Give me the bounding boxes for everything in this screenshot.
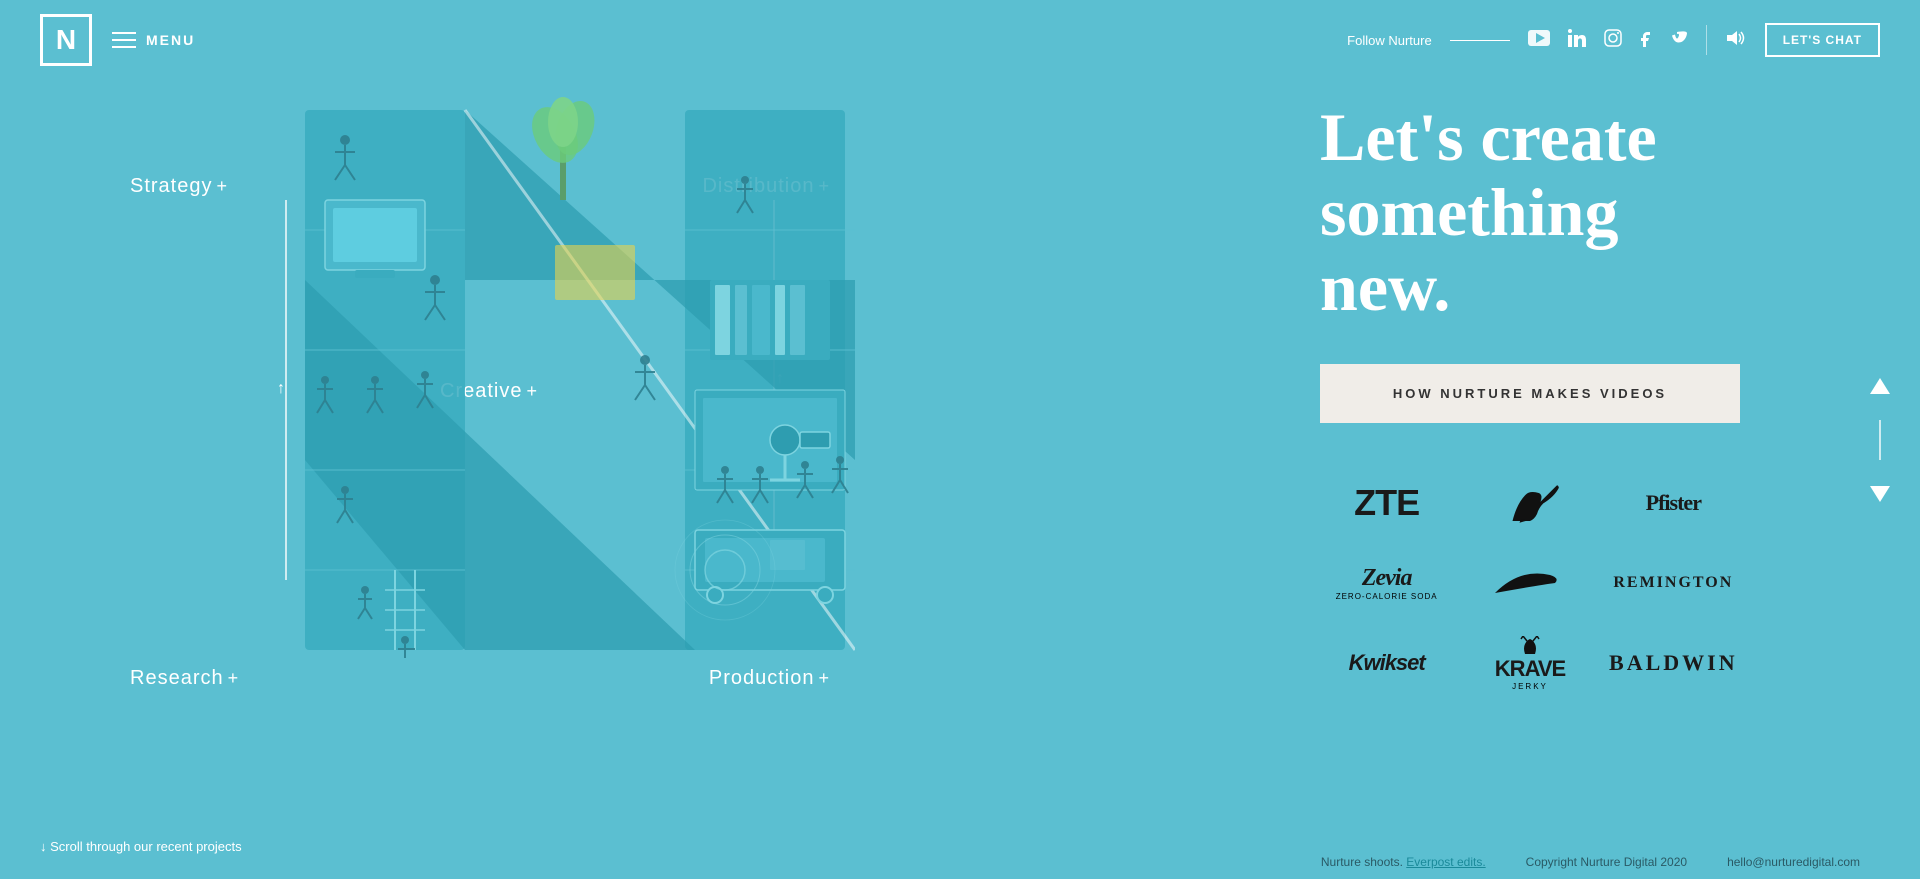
n-shape-svg [295, 80, 855, 680]
n-illustration [295, 80, 855, 680]
nike-logo [1463, 553, 1596, 613]
scroll-indicator: ↓ Scroll through our recent projects [40, 839, 242, 854]
arrow-left-up: ↑ [277, 380, 285, 398]
facebook-icon[interactable] [1640, 29, 1650, 52]
menu-label: MENU [146, 32, 195, 48]
vimeo-icon[interactable] [1668, 29, 1688, 52]
research-label[interactable]: Research+ [130, 667, 239, 690]
everpost-link[interactable]: Everpost edits. [1406, 855, 1485, 869]
right-content: Let's create something new. HOW NURTURE … [1320, 100, 1840, 693]
baldwin-logo: BALDWIN [1607, 633, 1740, 693]
puma-logo [1463, 473, 1596, 533]
nurture-shoots: Nurture shoots. Everpost edits. [1321, 855, 1486, 869]
menu-button[interactable]: MENU [112, 32, 195, 48]
header-right: Follow Nurture [1347, 23, 1880, 57]
kwikset-logo: Kwikset [1320, 633, 1453, 693]
nav-dash [1879, 420, 1881, 460]
hamburger-icon [112, 32, 136, 48]
zte-logo: ZTE [1320, 473, 1453, 533]
header: N MENU Follow Nurture [0, 0, 1920, 80]
vert-line-left [285, 200, 287, 580]
nav-arrow-up[interactable] [1870, 376, 1890, 400]
krave-logo: KRAVE JERKY [1463, 633, 1596, 693]
logo-box[interactable]: N [40, 14, 92, 66]
sound-icon[interactable] [1725, 29, 1747, 52]
instagram-icon[interactable] [1604, 29, 1622, 52]
scroll-label: ↓ Scroll through our recent projects [40, 839, 242, 854]
illustration-area: Strategy+ Distribution+ Creative+ Resear… [130, 40, 860, 740]
cta-button[interactable]: HOW NURTURE MAKES VIDEOS [1320, 364, 1740, 423]
copyright: Copyright Nurture Digital 2020 [1526, 855, 1687, 869]
brands-grid: ZTE Pfister Zevia ZERO-CALORIE SODA [1320, 473, 1740, 693]
strategy-label[interactable]: Strategy+ [130, 175, 228, 198]
header-left: N MENU [40, 14, 195, 66]
follow-line [1450, 40, 1510, 41]
linkedin-icon[interactable] [1568, 29, 1586, 52]
follow-label: Follow Nurture [1347, 33, 1432, 48]
nav-arrow-down[interactable] [1870, 480, 1890, 504]
lets-chat-button[interactable]: LET'S CHAT [1765, 23, 1880, 57]
pfister-logo: Pfister [1607, 473, 1740, 533]
hero-heading: Let's create something new. [1320, 100, 1840, 324]
remington-logo: REMINGTON [1607, 553, 1740, 613]
header-divider [1706, 25, 1707, 55]
zevia-logo: Zevia ZERO-CALORIE SODA [1320, 553, 1453, 613]
youtube-icon[interactable] [1528, 30, 1550, 51]
email[interactable]: hello@nurturedigital.com [1727, 855, 1860, 869]
nav-arrows [1870, 376, 1890, 504]
logo-n: N [56, 26, 76, 54]
footer: Nurture shoots. Everpost edits. Copyrigh… [1321, 855, 1860, 879]
